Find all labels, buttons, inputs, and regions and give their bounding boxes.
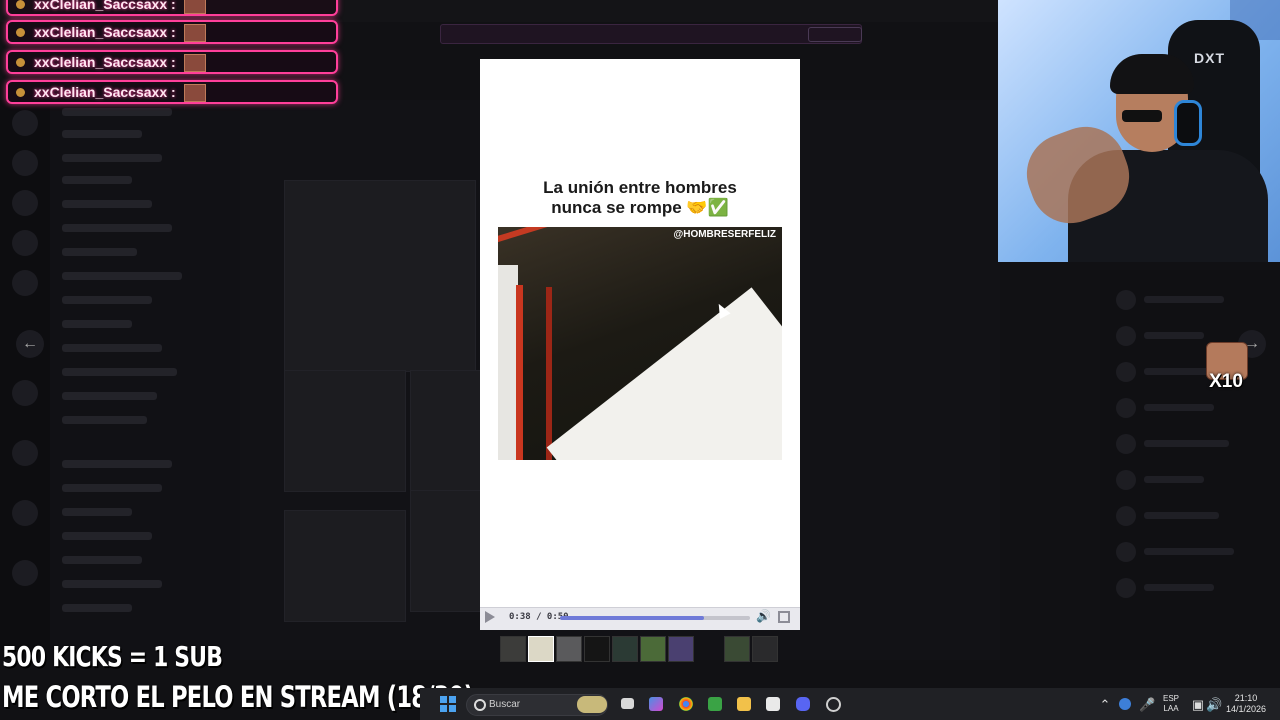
badge-dot-icon [16,58,25,67]
chat-message: xxClelian_Saccsaxx : [6,50,338,74]
caption-line: La unión entre hombres [543,178,737,197]
chat-message: xxClelian_Saccsaxx : [6,80,338,104]
webcam-feed: DXT [998,0,1280,262]
chair-logo: DXT [1194,50,1225,66]
copilot-icon[interactable] [649,697,663,711]
emote-icon [184,84,206,102]
badge-dot-icon [16,0,25,9]
cloud-icon[interactable] [1119,698,1131,710]
chat-username: xxClelian_Saccsaxx : [34,84,176,100]
volume-icon[interactable]: 🔊 [1206,697,1222,713]
badge-label: X10 [1209,371,1243,392]
thumbnail[interactable] [528,636,554,662]
file-explorer-icon[interactable] [737,697,751,711]
video-frame[interactable]: @HOMBRESERFELIZ [498,227,782,460]
search-icon [474,699,486,711]
chat-message: xxClelian_Saccsaxx : [6,0,338,16]
clock-date: 14/1/2026 [1226,704,1267,714]
task-view-icon[interactable] [621,698,634,709]
language-indicator[interactable]: ESP LAA [1163,694,1179,714]
chat-username: xxClelian_Saccsaxx : [34,0,176,12]
windows-icon[interactable] [440,696,456,712]
store-icon[interactable] [766,697,780,711]
thumbnail[interactable] [640,636,666,662]
badge-dot-icon [16,88,25,97]
thumbnail[interactable] [556,636,582,662]
channel-list [50,100,240,660]
thumbnail[interactable] [584,636,610,662]
network-icon[interactable]: ▣ [1190,697,1206,713]
chat-message: xxClelian_Saccsaxx : [6,20,338,44]
discord-icon[interactable] [796,697,810,711]
sub-multiplier-badge: X10 [1203,342,1249,392]
overlay-goal-text: 500 KICKS = 1 SUB [2,640,223,673]
minecraft-icon[interactable] [708,697,722,711]
search-label: Buscar [489,699,521,710]
member-list [1100,270,1280,660]
emote-icon [184,54,206,72]
thumbnail[interactable] [500,636,526,662]
caption-line: nunca se rompe 🤝✅ [551,198,729,217]
clock-time: 21:10 [1234,693,1258,703]
microphone-icon[interactable]: 🎤 [1139,697,1155,713]
thumbnail-strip [498,636,782,666]
volume-icon[interactable]: 🔊 [756,610,771,623]
video-caption: La unión entre hombres nunca se rompe 🤝✅ [480,178,800,218]
overlay-challenge-text: ME CORTO EL PELO EN STREAM (18/30) [2,680,474,714]
thumbnail[interactable] [724,636,750,662]
video-watermark: @HOMBRESERFELIZ [673,229,776,240]
emote-icon [184,24,206,42]
background-banner [440,24,862,44]
thumbnail[interactable] [612,636,638,662]
fullscreen-icon[interactable] [778,611,790,623]
badge-dot-icon [16,28,25,37]
chevron-up-icon[interactable]: ⌃ [1097,697,1113,713]
play-icon[interactable] [485,611,495,623]
thumbnail[interactable] [668,636,694,662]
seek-progress [560,616,705,620]
search-highlight-image [577,696,607,713]
emote-icon [184,0,206,14]
chat-username: xxClelian_Saccsaxx : [34,24,176,40]
server-rail [0,100,50,660]
background-banner-button [808,27,862,42]
chrome-icon[interactable] [679,697,693,711]
system-clock[interactable]: 21:10 14/1/2026 [1226,693,1266,715]
thumbnail[interactable] [752,636,778,662]
chevron-left-icon[interactable]: ← [16,330,44,358]
app-icon[interactable] [826,697,841,712]
chat-username: xxClelian_Saccsaxx : [34,54,176,70]
